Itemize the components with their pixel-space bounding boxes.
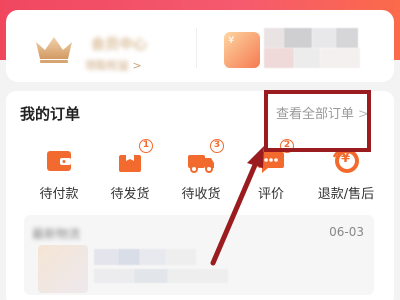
annotation-arrow bbox=[210, 146, 264, 266]
